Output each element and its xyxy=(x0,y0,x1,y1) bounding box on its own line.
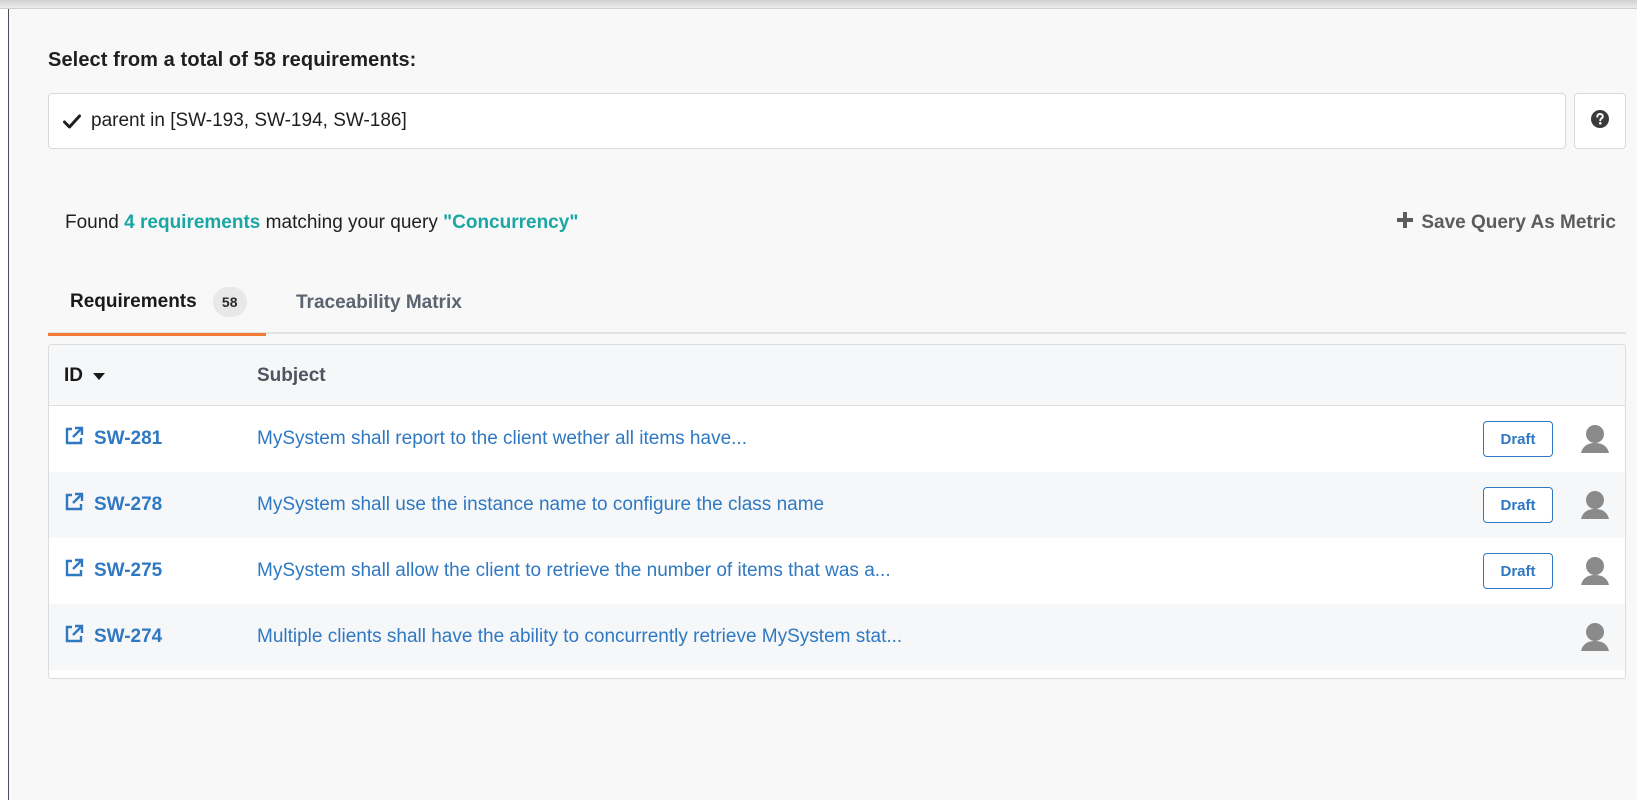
window-left-edge xyxy=(0,9,8,800)
user-avatar-icon[interactable] xyxy=(1579,423,1611,455)
table-row[interactable]: SW-275 MySystem shall allow the client t… xyxy=(49,538,1625,604)
requirements-table: ID Subject SW-281 MySystem shall report … xyxy=(48,344,1626,679)
external-link-icon xyxy=(64,558,84,584)
external-link-icon xyxy=(64,426,84,452)
requirements-count-badge: 58 xyxy=(212,287,247,317)
column-header-id[interactable]: ID xyxy=(64,345,105,406)
requirement-id[interactable]: SW-278 xyxy=(94,494,162,516)
requirement-id-link[interactable]: SW-274 xyxy=(64,604,162,670)
requirement-id-link[interactable]: SW-281 xyxy=(64,406,162,472)
tab-traceability-label: Traceability Matrix xyxy=(296,291,462,313)
found-count: 4 requirements xyxy=(124,212,261,233)
requirement-id[interactable]: SW-274 xyxy=(94,626,162,648)
status-badge: Draft xyxy=(1483,553,1553,589)
table-row[interactable]: SW-274 Multiple clients shall have the a… xyxy=(49,604,1625,670)
tab-requirements-label: Requirements xyxy=(70,291,197,312)
result-tabs: Requirements 58 Traceability Matrix xyxy=(48,271,1626,336)
table-row[interactable]: SW-278 MySystem shall use the instance n… xyxy=(49,472,1625,538)
plus-icon xyxy=(1397,212,1414,234)
select-title: Select from a total of 58 requirements: xyxy=(48,49,417,71)
requirement-subject-link[interactable]: Multiple clients shall have the ability … xyxy=(257,604,902,670)
caret-down-icon xyxy=(93,365,105,387)
column-header-subject[interactable]: Subject xyxy=(257,345,326,406)
user-avatar-icon[interactable] xyxy=(1579,489,1611,521)
found-query: "Concurrency" xyxy=(443,212,579,233)
status-badge: Draft xyxy=(1483,487,1553,523)
found-prefix: Found xyxy=(65,212,119,233)
question-circle-icon xyxy=(1590,109,1610,134)
check-icon xyxy=(63,112,81,130)
column-id-label: ID xyxy=(64,364,83,386)
requirement-subject-link[interactable]: MySystem shall allow the client to retri… xyxy=(257,538,891,604)
save-metric-label: Save Query As Metric xyxy=(1421,212,1616,233)
save-query-as-metric-button[interactable]: Save Query As Metric xyxy=(1397,212,1616,234)
tab-traceability-matrix[interactable]: Traceability Matrix xyxy=(296,271,462,334)
results-summary: Found 4 requirements matching your query… xyxy=(65,212,578,234)
query-input-box[interactable]: parent in [SW-193, SW-194, SW-186] xyxy=(48,93,1566,149)
tab-requirements[interactable]: Requirements 58 xyxy=(48,271,266,336)
user-avatar-icon[interactable] xyxy=(1579,621,1611,653)
status-badge: Draft xyxy=(1483,421,1553,457)
requirements-query-panel: Select from a total of 58 requirements: … xyxy=(8,9,1637,800)
requirement-id[interactable]: SW-275 xyxy=(94,560,162,582)
table-header: ID Subject xyxy=(49,345,1625,406)
window-top-bar xyxy=(0,0,1637,9)
table-row[interactable]: SW-281 MySystem shall report to the clie… xyxy=(49,406,1625,472)
found-middle: matching your query xyxy=(265,212,438,233)
user-avatar-icon[interactable] xyxy=(1579,555,1611,587)
help-button[interactable] xyxy=(1574,93,1626,149)
requirement-id-link[interactable]: SW-275 xyxy=(64,538,162,604)
column-subject-label: Subject xyxy=(257,364,326,386)
query-text[interactable]: parent in [SW-193, SW-194, SW-186] xyxy=(91,110,407,132)
requirement-id[interactable]: SW-281 xyxy=(94,428,162,450)
requirement-subject-link[interactable]: MySystem shall report to the client weth… xyxy=(257,406,747,472)
requirement-id-link[interactable]: SW-278 xyxy=(64,472,162,538)
external-link-icon xyxy=(64,624,84,650)
requirement-subject-link[interactable]: MySystem shall use the instance name to … xyxy=(257,472,824,538)
external-link-icon xyxy=(64,492,84,518)
